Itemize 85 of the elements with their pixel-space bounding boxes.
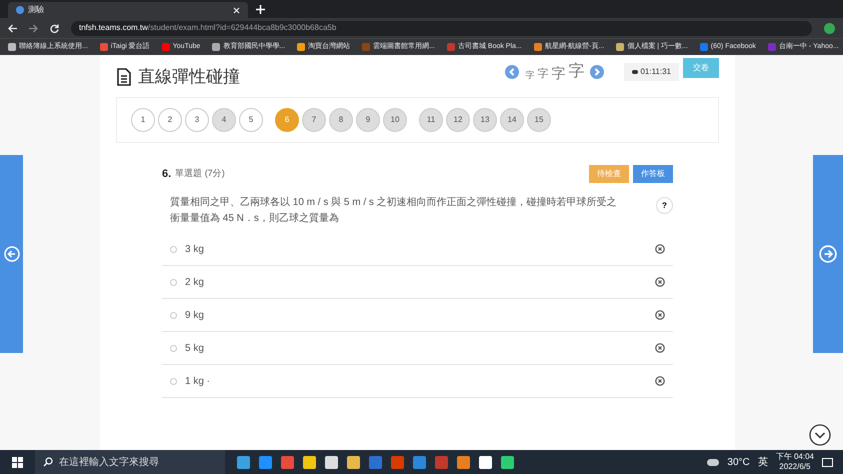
address-bar[interactable]: tnfsh.teams.com.tw/student/exam.html?id=629444bca8b9c3000b68ca5b <box>71 20 812 36</box>
question-text: 質量相同之甲、乙兩球各以 10 m / s 與 5 m / s 之初速相向而作正面之彈性碰撞，碰撞時若甲球所受之衝量量值為 45 N．s，則乙球之質量為 <box>170 196 618 226</box>
radio-button[interactable] <box>170 246 177 252</box>
taskbar-app-icon[interactable] <box>501 456 514 468</box>
bookmark-icon <box>616 43 624 51</box>
eliminate-icon[interactable] <box>655 277 665 287</box>
font-size-option[interactable]: 字 <box>551 66 566 80</box>
taskbar-app-icon[interactable] <box>325 456 338 468</box>
answer-option[interactable]: 3 kg <box>162 233 673 266</box>
question-number-button[interactable]: 3 <box>185 108 209 132</box>
question-number-button[interactable]: 9 <box>356 108 380 132</box>
question-number-button[interactable]: 13 <box>473 108 497 132</box>
bookmark-icon <box>297 43 306 51</box>
radio-button[interactable] <box>170 378 177 384</box>
taskbar-app-icon[interactable] <box>303 456 316 468</box>
search-placeholder: 在這裡輸入文字來搜尋 <box>59 456 159 470</box>
exam-title: 直線彈性碰撞 <box>138 66 240 88</box>
answer-option[interactable]: 9 kg <box>162 299 673 332</box>
eliminate-icon[interactable] <box>655 310 665 320</box>
answer-option[interactable]: 1 kg · <box>162 365 673 398</box>
question-number-button[interactable]: 5 <box>239 108 263 132</box>
windows-icon[interactable] <box>12 456 23 468</box>
font-size-option[interactable]: 字 <box>568 64 584 80</box>
question-type: 單選題 (7分) <box>175 167 225 180</box>
bookmark-icon <box>212 43 220 51</box>
option-label: 2 kg <box>185 276 204 290</box>
question-number-button[interactable]: 11 <box>419 108 443 132</box>
search-icon <box>43 457 53 467</box>
font-size-option[interactable]: 字 <box>537 69 548 80</box>
close-icon[interactable] <box>233 6 240 14</box>
document-icon <box>116 68 132 86</box>
question-number-button[interactable]: 15 <box>527 108 551 132</box>
taskbar-app-icon[interactable] <box>479 456 492 468</box>
answer-option[interactable]: 5 kg <box>162 332 673 365</box>
radio-button[interactable] <box>170 278 177 286</box>
eliminate-icon[interactable] <box>655 244 665 254</box>
reload-icon[interactable] <box>50 24 59 32</box>
answer-option[interactable]: 2 kg <box>162 266 673 299</box>
profile-avatar[interactable] <box>824 22 835 34</box>
bookmark-icon <box>162 43 170 51</box>
temperature: 30°C <box>727 456 750 470</box>
bookmark-icon <box>100 43 108 51</box>
input-method[interactable]: 英 <box>758 454 768 470</box>
question-number-button[interactable]: 1 <box>131 108 155 132</box>
forward-icon[interactable] <box>29 24 38 32</box>
eliminate-icon[interactable] <box>655 376 665 386</box>
help-button[interactable]: ? <box>656 197 673 214</box>
eliminate-icon[interactable] <box>655 343 665 353</box>
scroll-down-icon[interactable] <box>809 424 831 446</box>
tab-title: 測驗 <box>28 4 44 16</box>
radio-button[interactable] <box>170 312 177 318</box>
question-number-button[interactable]: 10 <box>383 108 407 132</box>
url-host: tnfsh.teams.com.tw <box>79 22 148 34</box>
radio-button[interactable] <box>170 344 177 352</box>
question-number-button[interactable]: 8 <box>329 108 353 132</box>
bookmark-icon <box>534 43 542 51</box>
option-label: 3 kg <box>185 242 204 256</box>
bookmark-icon <box>8 43 16 51</box>
url-path: /student/exam.html?id=629444bca8b9c3000b68ca5b <box>148 22 336 34</box>
bookmark-icon <box>768 43 776 51</box>
question-number-button[interactable]: 4 <box>212 108 236 132</box>
option-label: 1 kg · <box>185 374 210 388</box>
back-icon[interactable] <box>8 24 17 32</box>
option-label: 5 kg <box>185 342 204 356</box>
notification-icon[interactable] <box>822 458 833 466</box>
question-number-button[interactable]: 2 <box>158 108 182 132</box>
next-icon[interactable] <box>590 65 604 79</box>
clock-time: 下午 04:04 <box>776 452 814 462</box>
browser-tab[interactable]: 測驗 <box>8 2 248 18</box>
site-icon <box>16 6 24 14</box>
bookmark-icon <box>362 43 370 51</box>
font-size-option[interactable]: 字 <box>525 71 534 80</box>
question-number: 6. <box>162 166 172 182</box>
taskbar-search[interactable]: 在這裡輸入文字來搜尋 <box>35 450 225 474</box>
timer-text: 01:11:31 <box>640 66 671 78</box>
bookmark-icon <box>446 43 455 51</box>
question-number-button[interactable]: 7 <box>302 108 326 132</box>
new-tab-icon[interactable] <box>256 5 265 14</box>
question-number-button[interactable]: 12 <box>446 108 470 132</box>
clock-date: 2022/6/5 <box>779 462 810 472</box>
question-number-button[interactable]: 14 <box>500 108 524 132</box>
previous-icon[interactable] <box>505 65 520 79</box>
taskbar-app-icon[interactable] <box>347 456 360 468</box>
bookmark-icon <box>700 43 708 51</box>
option-label: 9 kg <box>185 308 204 322</box>
